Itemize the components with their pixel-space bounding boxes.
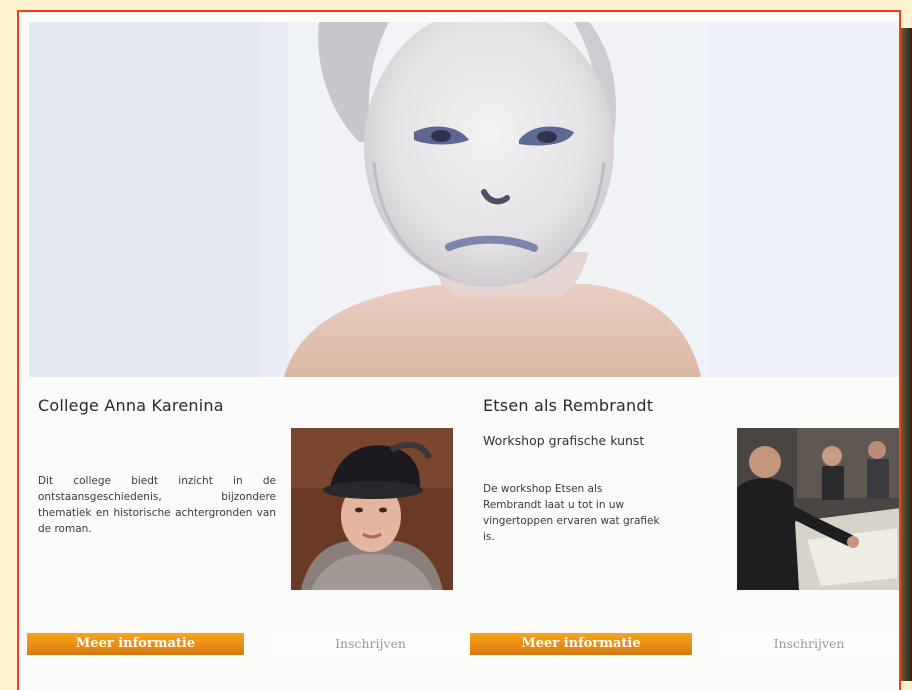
hero-painting <box>29 22 899 377</box>
card-subtitle: Workshop grafische kunst <box>483 433 645 448</box>
panel-shadow <box>901 28 912 681</box>
content-panel: College Anna Karenina Dit college biedt … <box>17 10 901 690</box>
workshop-photo-thumbnail <box>737 428 899 590</box>
child-portrait-painting <box>29 22 899 377</box>
inschrijven-button[interactable]: Inschrijven <box>273 633 468 655</box>
card-description: Dit college biedt inzicht in de ontstaan… <box>38 475 276 535</box>
card-description: De workshop Etsen als Rembrandt laat u t… <box>483 483 660 543</box>
card-title: College Anna Karenina <box>38 396 224 415</box>
meer-informatie-button[interactable]: Meer informatie <box>27 633 244 655</box>
portrait-woman-fur-hat-thumbnail <box>291 428 453 590</box>
card-title: Etsen als Rembrandt <box>483 396 654 415</box>
meer-informatie-button[interactable]: Meer informatie <box>470 633 692 655</box>
inschrijven-button[interactable]: Inschrijven <box>719 633 899 655</box>
workshop-photo-icon <box>737 428 899 590</box>
portrait-woman-fur-hat-icon <box>291 428 453 590</box>
